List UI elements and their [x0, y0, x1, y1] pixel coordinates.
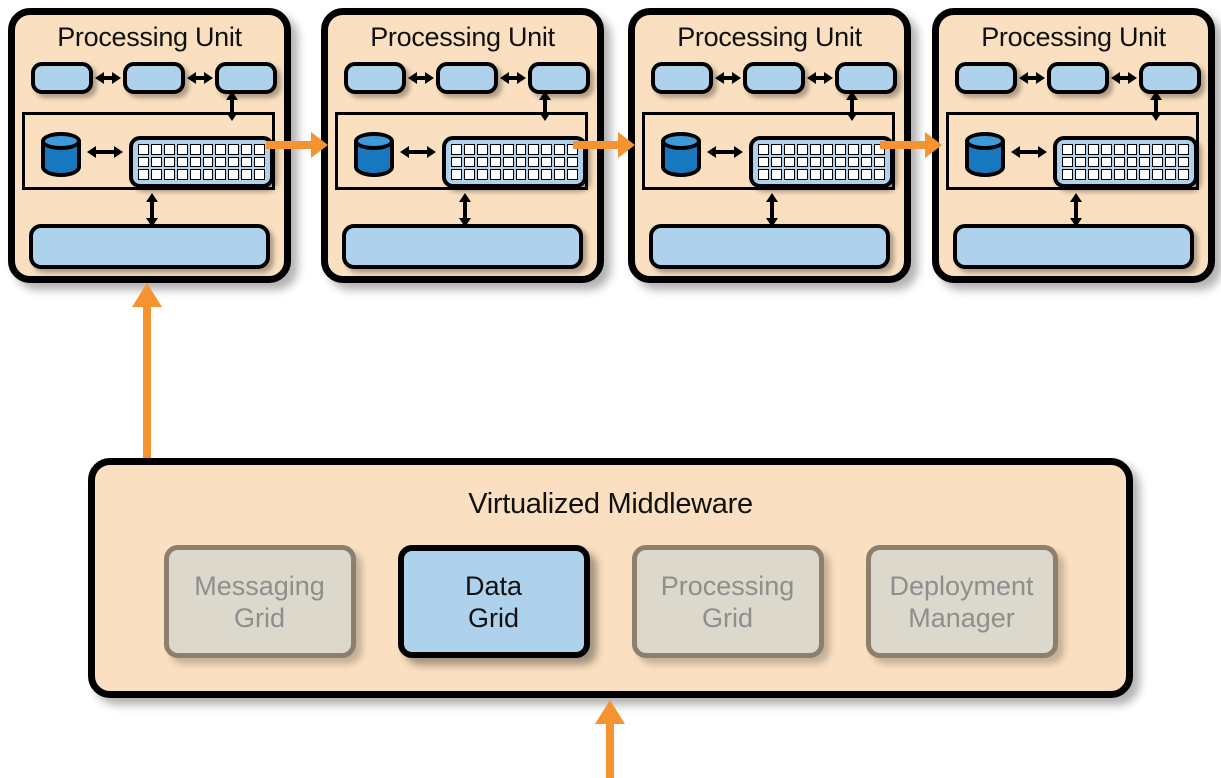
processing-unit-pill-row: [649, 62, 897, 94]
bidirectional-arrow-icon: [500, 72, 526, 84]
processing-unit-3[interactable]: Processing Unit: [628, 8, 911, 283]
bidirectional-arrow-icon: [1019, 72, 1045, 84]
processing-unit-wide-bar[interactable]: [953, 224, 1194, 269]
bidirectional-arrow-icon: [707, 146, 743, 158]
service-pill-1[interactable]: [31, 62, 93, 94]
middleware-component-row: Messaging Grid Data Grid Processing Grid…: [95, 545, 1126, 658]
service-pill-1[interactable]: [344, 62, 406, 94]
service-pill-2[interactable]: [123, 62, 185, 94]
vertical-bidirectional-arrow-icon: [459, 193, 471, 227]
component-label-line2: Grid: [467, 602, 519, 633]
component-label-line1: Deployment: [889, 570, 1034, 601]
component-label-line2: Grid: [233, 602, 285, 633]
service-pill-2[interactable]: [743, 62, 805, 94]
service-pill-3[interactable]: [215, 62, 277, 94]
middleware-title: Virtualized Middleware: [468, 488, 753, 520]
processing-unit-pill-row: [953, 62, 1201, 94]
replication-arrow-2: [573, 132, 635, 158]
bidirectional-arrow-icon: [408, 72, 434, 84]
processing-unit-wide-bar[interactable]: [29, 224, 270, 269]
service-pill-2[interactable]: [1047, 62, 1109, 94]
processing-unit-pill-row: [342, 62, 590, 94]
processing-unit-1[interactable]: Processing Unit: [8, 8, 291, 283]
middleware-component-processing-grid[interactable]: Processing Grid: [631, 545, 824, 658]
middleware-component-data-grid[interactable]: Data Grid: [397, 545, 590, 658]
service-pill-3[interactable]: [835, 62, 897, 94]
processing-unit-4[interactable]: Processing Unit: [932, 8, 1215, 283]
service-pill-3[interactable]: [1139, 62, 1201, 94]
processing-unit-title: Processing Unit: [57, 22, 242, 52]
bidirectional-arrow-icon: [400, 146, 436, 158]
vertical-bidirectional-arrow-icon: [766, 193, 778, 227]
bidirectional-arrow-icon: [1011, 146, 1047, 158]
component-label-line2: Grid: [701, 602, 753, 633]
processing-unit-title: Processing Unit: [370, 22, 555, 52]
service-pill-3[interactable]: [528, 62, 590, 94]
database-cylinder-icon: [41, 132, 81, 177]
component-label-line1: Processing: [660, 570, 795, 601]
middleware-to-processing-unit-arrow: [132, 283, 162, 459]
database-cylinder-icon: [354, 132, 394, 177]
bidirectional-arrow-icon: [1111, 72, 1137, 84]
virtualized-middleware-panel[interactable]: Virtualized Middleware Messaging Grid Da…: [88, 458, 1133, 698]
processing-unit-wide-bar[interactable]: [649, 224, 890, 269]
bidirectional-arrow-icon: [715, 72, 741, 84]
bidirectional-arrow-icon: [87, 146, 123, 158]
vertical-bidirectional-arrow-icon: [1070, 193, 1082, 227]
component-label-line1: Messaging: [194, 570, 325, 601]
processing-unit-2[interactable]: Processing Unit: [321, 8, 604, 283]
database-cylinder-icon: [965, 132, 1005, 177]
external-input-arrow: [595, 700, 625, 778]
database-cylinder-icon: [661, 132, 701, 177]
data-grid-icon[interactable]: [1053, 136, 1198, 188]
bidirectional-arrow-icon: [807, 72, 833, 84]
service-pill-1[interactable]: [955, 62, 1017, 94]
bidirectional-arrow-icon: [95, 72, 121, 84]
service-pill-2[interactable]: [436, 62, 498, 94]
processing-unit-pill-row: [29, 62, 277, 94]
middleware-component-deployment-manager[interactable]: Deployment Manager: [865, 545, 1058, 658]
data-grid-icon[interactable]: [749, 136, 894, 188]
processing-unit-title: Processing Unit: [981, 22, 1166, 52]
data-grid-icon[interactable]: [129, 136, 274, 188]
replication-arrow-3: [880, 132, 942, 158]
middleware-component-messaging-grid[interactable]: Messaging Grid: [163, 545, 356, 658]
diagram-canvas: Processing Unit Processing Unit Processi…: [0, 0, 1221, 778]
replication-arrow-1: [266, 132, 328, 158]
bidirectional-arrow-icon: [187, 72, 213, 84]
data-grid-icon[interactable]: [442, 136, 587, 188]
component-label-line1: Data: [464, 570, 523, 601]
processing-unit-wide-bar[interactable]: [342, 224, 583, 269]
component-label-line2: Manager: [908, 602, 1015, 633]
vertical-bidirectional-arrow-icon: [146, 193, 158, 227]
service-pill-1[interactable]: [651, 62, 713, 94]
processing-unit-title: Processing Unit: [677, 22, 862, 52]
